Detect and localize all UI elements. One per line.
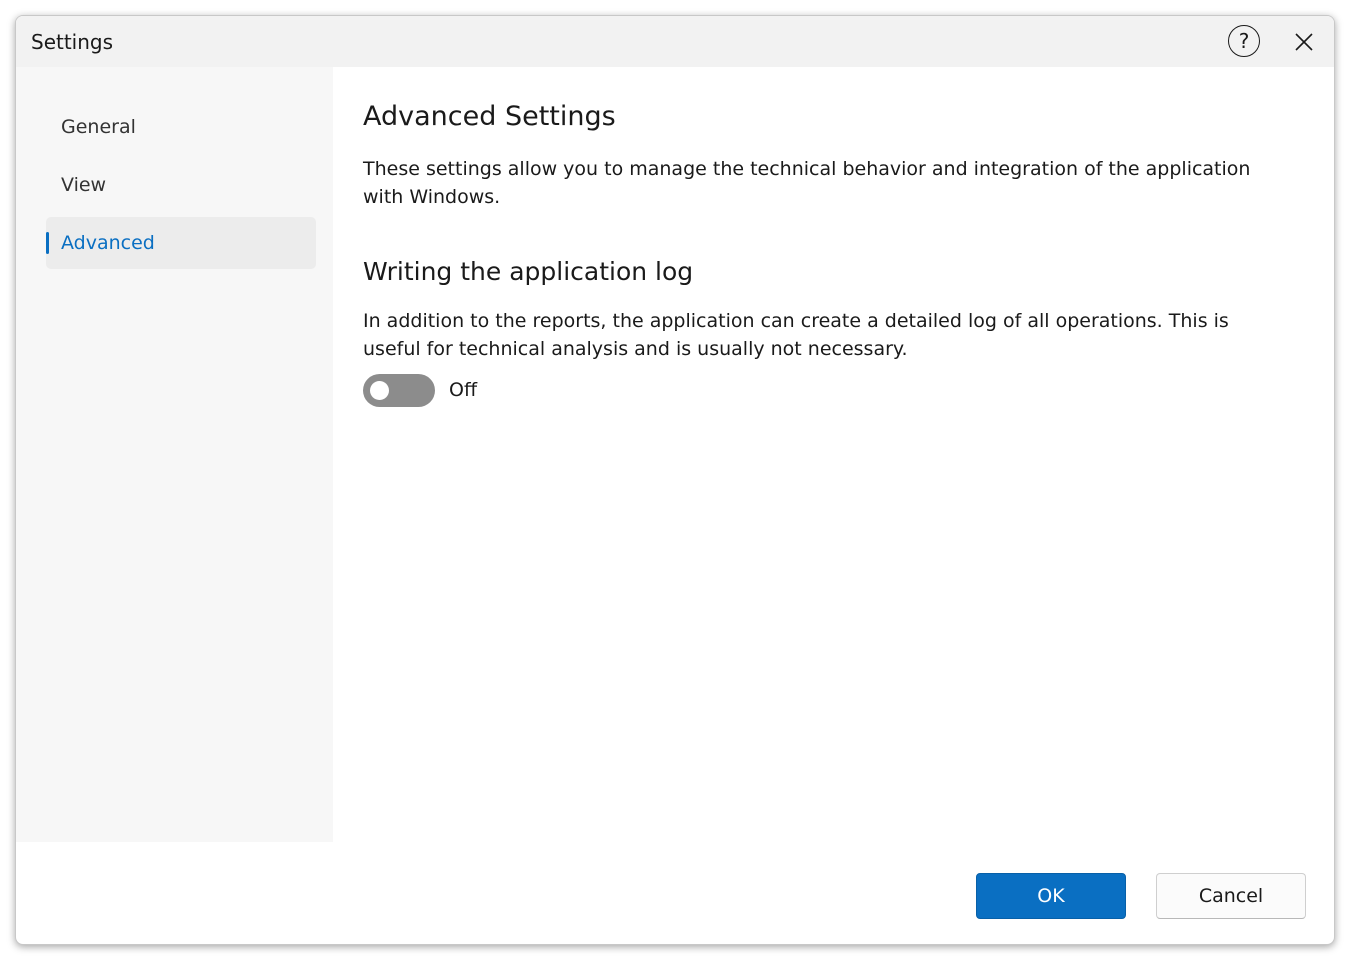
- window-title: Settings: [31, 30, 114, 54]
- application-log-toggle[interactable]: [363, 374, 435, 407]
- settings-dialog: Settings ? General View Advanced Advance…: [15, 15, 1335, 945]
- sidebar-item-advanced[interactable]: Advanced: [46, 217, 316, 269]
- toggle-knob: [370, 381, 389, 400]
- settings-sidebar: General View Advanced: [16, 67, 333, 842]
- cancel-button[interactable]: Cancel: [1156, 873, 1306, 919]
- title-bar: Settings ?: [16, 16, 1334, 67]
- close-icon: [1295, 33, 1313, 51]
- sidebar-item-label: Advanced: [61, 232, 155, 254]
- help-button[interactable]: ?: [1228, 25, 1260, 57]
- help-circle-icon: ?: [1238, 29, 1250, 53]
- settings-content: Advanced Settings These settings allow y…: [333, 67, 1334, 842]
- sidebar-item-label: General: [61, 116, 136, 138]
- sidebar-item-label: View: [61, 174, 107, 196]
- log-section-title: Writing the application log: [363, 257, 694, 286]
- ok-button[interactable]: OK: [976, 873, 1126, 919]
- selection-indicator: [46, 232, 49, 254]
- log-section-description: In addition to the reports, the applicat…: [363, 310, 1229, 360]
- close-button[interactable]: [1288, 26, 1320, 58]
- sidebar-item-general[interactable]: General: [46, 101, 316, 153]
- page-title: Advanced Settings: [363, 101, 616, 132]
- toggle-state-label: Off: [449, 379, 478, 401]
- page-description: These settings allow you to manage the t…: [363, 158, 1251, 208]
- sidebar-item-view[interactable]: View: [46, 159, 316, 211]
